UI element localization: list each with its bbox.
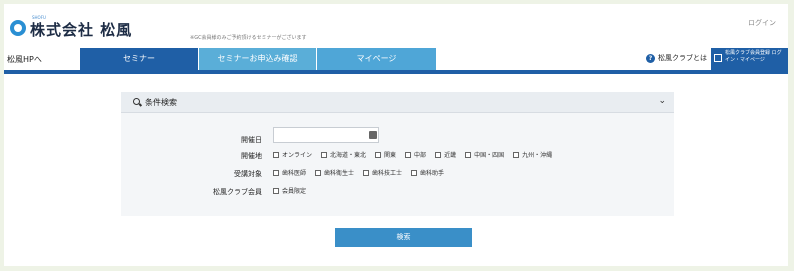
company-name[interactable]: 株式会社 松風	[30, 19, 132, 40]
checkbox[interactable]	[513, 151, 520, 158]
target-options: 歯科医師 歯科衛生士 歯科技工士 歯科助手	[273, 168, 444, 177]
main-nav: 松風HPへ セミナー セミナーお申込み確認 マイページ ? 松風クラブとは 松風…	[4, 48, 788, 74]
search-submit-button[interactable]: 検索	[335, 228, 472, 247]
search-icon	[133, 98, 140, 105]
calendar-icon[interactable]	[369, 131, 377, 139]
venue-row: 開催地 オンライン 北海道・東北 関東 中部 近畿 中国・四国 九州・沖縄	[121, 149, 674, 163]
page-frame: SHOFU 株式会社 松風 ※GC会員様のみご予約頂けるセミナーがございます ロ…	[4, 4, 788, 266]
option-label: 歯科医師	[282, 170, 307, 177]
target-option[interactable]: 歯科衛生士	[315, 168, 354, 177]
tab-seminar-confirm[interactable]: セミナーお申込み確認	[199, 48, 316, 70]
back-to-site-link[interactable]: 松風HPへ	[7, 54, 42, 65]
date-label: 開催日	[241, 136, 262, 144]
member-notice: ※GC会員様のみご予約頂けるセミナーがございます	[190, 35, 307, 41]
checkbox[interactable]	[465, 151, 472, 158]
option-label: 中国・四国	[474, 152, 505, 159]
member-login-label: 松風クラブ会員登録 ログイン・マイページ	[725, 50, 782, 63]
option-label: オンライン	[282, 152, 313, 159]
venue-options: オンライン 北海道・東北 関東 中部 近畿 中国・四国 九州・沖縄	[273, 150, 552, 159]
member-label: 松風クラブ会員	[213, 188, 262, 196]
club-help-label: 松風クラブとは	[658, 54, 707, 62]
target-row: 受講対象 歯科医師 歯科衛生士 歯科技工士 歯科助手	[121, 167, 674, 181]
member-icon	[714, 54, 722, 62]
venue-option[interactable]: 中部	[405, 150, 426, 159]
date-row: 開催日	[121, 127, 674, 147]
checkbox[interactable]	[273, 169, 279, 176]
target-label: 受講対象	[234, 170, 262, 178]
target-option[interactable]: 歯科助手	[411, 168, 444, 177]
company-logo-icon[interactable]	[10, 20, 26, 36]
club-help-link[interactable]: ? 松風クラブとは	[646, 53, 707, 63]
venue-option[interactable]: 中国・四国	[465, 150, 504, 159]
venue-option[interactable]: 北海道・東北	[321, 150, 366, 159]
venue-option[interactable]: 九州・沖縄	[513, 150, 552, 159]
option-label: 歯科技工士	[372, 170, 403, 177]
checkbox[interactable]	[315, 169, 322, 176]
tab-mypage[interactable]: マイページ	[317, 48, 436, 70]
checkbox[interactable]	[405, 151, 412, 158]
option-label: 中部	[414, 152, 427, 159]
checkbox[interactable]	[435, 151, 442, 158]
venue-option[interactable]: 関東	[375, 150, 396, 159]
checkbox[interactable]	[363, 169, 370, 176]
venue-label: 開催地	[241, 152, 262, 160]
target-option[interactable]: 歯科医師	[273, 168, 306, 177]
option-label: 会員限定	[282, 188, 307, 195]
member-options: 会員限定	[273, 186, 306, 195]
target-option[interactable]: 歯科技工士	[363, 168, 402, 177]
venue-option[interactable]: オンライン	[273, 150, 312, 159]
option-label: 関東	[384, 152, 397, 159]
member-option[interactable]: 会員限定	[273, 186, 306, 195]
option-label: 近畿	[444, 152, 457, 159]
checkbox[interactable]	[321, 151, 328, 158]
login-link[interactable]: ログイン	[748, 18, 776, 28]
checkbox[interactable]	[411, 169, 418, 176]
checkbox[interactable]	[273, 151, 279, 158]
top-header: SHOFU 株式会社 松風 ※GC会員様のみご予約頂けるセミナーがございます ロ…	[4, 4, 788, 48]
checkbox[interactable]	[273, 187, 279, 194]
member-row: 松風クラブ会員 会員限定	[121, 185, 674, 199]
date-input[interactable]	[273, 127, 379, 143]
venue-option[interactable]: 近畿	[435, 150, 456, 159]
option-label: 歯科助手	[420, 170, 445, 177]
option-label: 歯科衛生士	[324, 170, 355, 177]
option-label: 九州・沖縄	[522, 152, 553, 159]
tab-seminar[interactable]: セミナー	[80, 48, 198, 70]
search-panel: 条件検索 ⌄ 開催日 開催地 オンライン 北海道・東北 関東 中部 近畿 中国・…	[121, 92, 674, 216]
checkbox[interactable]	[375, 151, 382, 158]
member-login-button[interactable]: 松風クラブ会員登録 ログイン・マイページ	[711, 48, 788, 70]
option-label: 北海道・東北	[330, 152, 367, 159]
search-panel-title: 条件検索	[145, 98, 177, 107]
chevron-down-icon[interactable]: ⌄	[658, 96, 666, 106]
question-icon: ?	[646, 53, 655, 63]
search-panel-header[interactable]: 条件検索 ⌄	[121, 92, 674, 113]
